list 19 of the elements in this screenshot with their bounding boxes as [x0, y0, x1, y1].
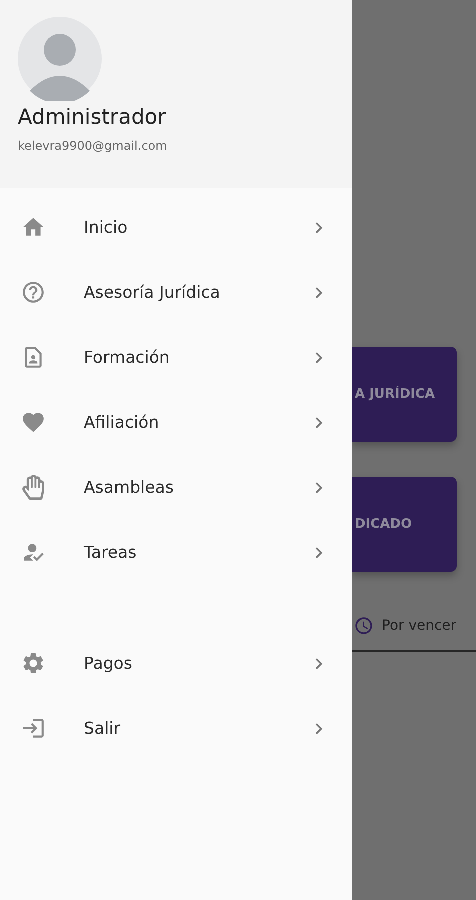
menu-item[interactable]: Salir: [0, 696, 352, 761]
menu-item[interactable]: Asambleas: [0, 455, 352, 520]
user-name: Administrador: [18, 105, 168, 129]
clock-icon: [354, 616, 374, 636]
menu-item[interactable]: Asesoría Jurídica: [0, 260, 352, 325]
sign-in-icon: [20, 716, 46, 741]
hand-icon: [20, 475, 46, 500]
menu-item[interactable]: Inicio: [0, 195, 352, 260]
user-email: kelevra9900@gmail.com: [18, 139, 168, 153]
menu-item[interactable]: Formación: [0, 325, 352, 390]
category-card[interactable]: A JURÍDICA: [352, 347, 457, 442]
menu-item[interactable]: Tareas: [0, 520, 352, 585]
menu-item[interactable]: Afiliación: [0, 390, 352, 455]
card-title: DICADO: [354, 517, 412, 532]
menu-item[interactable]: Pagos: [0, 631, 352, 696]
question-icon: [20, 280, 46, 305]
card-title: A JURÍDICA: [354, 387, 436, 402]
heart-icon: [20, 410, 46, 435]
category-card[interactable]: DICADO: [352, 477, 457, 572]
